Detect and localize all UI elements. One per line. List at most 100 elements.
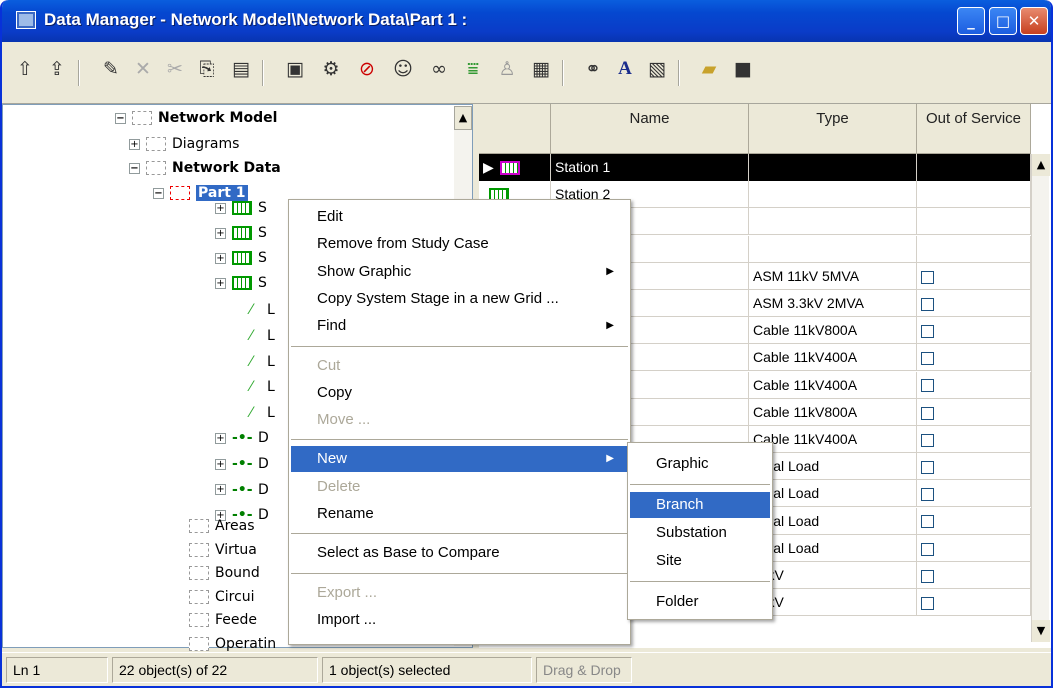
open-folder-icon[interactable]: ▰ <box>696 56 722 82</box>
tree-node[interactable]: − Network Model <box>115 107 277 129</box>
tree-node[interactable]: + Diagrams <box>129 133 239 155</box>
row-marker-cell[interactable]: ▶ <box>479 154 551 181</box>
type-cell[interactable]: 11kV <box>749 562 917 589</box>
out-of-service-cell[interactable] <box>917 262 1031 290</box>
type-cell[interactable]: Cable 11kV400A <box>749 426 917 453</box>
out-of-service-checkbox[interactable] <box>921 515 934 529</box>
grid-scrollbar[interactable]: ▲ ▼ <box>1031 154 1050 642</box>
type-cell[interactable]: ASM 11kV 5MVA <box>749 262 917 290</box>
maximize-button[interactable]: □ <box>989 7 1017 35</box>
out-of-service-cell[interactable] <box>917 480 1031 508</box>
binoculars-icon[interactable]: ⚭ <box>580 56 606 82</box>
type-cell[interactable]: neral Load <box>749 534 917 562</box>
glasses-icon[interactable]: ∞ <box>426 56 452 82</box>
tree-child-node[interactable]: ⁄ L <box>241 299 275 321</box>
expander-icon[interactable]: − <box>153 187 164 199</box>
out-of-service-checkbox[interactable] <box>921 379 934 393</box>
cut-icon[interactable]: ✂ <box>162 56 188 82</box>
submenu-item-graphic[interactable]: Graphic <box>630 451 770 477</box>
out-of-service-cell[interactable] <box>917 154 1031 181</box>
minimize-button[interactable]: _ <box>957 7 985 35</box>
tree-child-node[interactable]: Circui <box>189 586 255 608</box>
menu-item-import[interactable]: Import ... <box>291 607 628 633</box>
out-of-service-checkbox[interactable] <box>921 569 934 583</box>
type-cell[interactable] <box>749 154 917 181</box>
scroll-up-arrow[interactable]: ▲ <box>454 106 472 130</box>
user-icon[interactable]: ☺ <box>390 56 416 82</box>
edit-icon[interactable]: ▣ <box>282 56 308 82</box>
expander-icon[interactable]: − <box>115 112 126 124</box>
submenu-item-site[interactable]: Site <box>630 548 770 574</box>
type-cell[interactable]: ASM 3.3kV 2MVA <box>749 290 917 317</box>
expander-icon[interactable]: − <box>129 162 140 174</box>
expander-icon[interactable]: + <box>215 202 226 214</box>
tree-child-node[interactable]: + S <box>215 272 267 294</box>
type-cell[interactable] <box>749 181 917 209</box>
type-cell[interactable]: Cable 11kV400A <box>749 371 917 399</box>
grid-header-marker[interactable] <box>479 104 551 154</box>
scroll-up-arrow[interactable]: ▲ <box>1032 154 1050 176</box>
menu-item-show-graphic[interactable]: Show Graphic ▶ <box>291 259 628 285</box>
type-cell[interactable]: neral Load <box>749 453 917 481</box>
submenu-item-substation[interactable]: Substation <box>630 520 770 546</box>
submenu-item-folder[interactable]: Folder <box>630 589 770 615</box>
out-of-service-cell[interactable] <box>917 426 1031 453</box>
type-cell[interactable] <box>749 235 917 263</box>
folder-up-icon[interactable]: ⇧ <box>12 56 38 82</box>
out-of-service-checkbox[interactable] <box>921 596 934 610</box>
tree-child-node[interactable]: Areas <box>189 515 255 537</box>
new-object-icon[interactable]: ✎ <box>98 56 124 82</box>
chart-icon[interactable]: ▦ <box>528 56 554 82</box>
tree-child-node[interactable]: ⁄ L <box>241 325 275 347</box>
tree-node[interactable]: − Network Data <box>129 157 281 179</box>
type-cell[interactable]: Cable 11kV800A <box>749 317 917 345</box>
out-of-service-cell[interactable] <box>917 317 1031 345</box>
menu-item-new[interactable]: New ▶ <box>291 446 628 473</box>
expander-icon[interactable]: + <box>215 458 226 470</box>
menu-item-find[interactable]: Find ▶ <box>291 313 628 339</box>
expander-icon[interactable]: + <box>129 138 140 150</box>
save-icon[interactable]: ■ <box>730 56 756 82</box>
expander-icon[interactable]: + <box>215 432 226 444</box>
name-cell[interactable]: Station 1 <box>551 154 749 181</box>
grid-header-out-of-service[interactable]: Out of Service <box>917 104 1031 154</box>
out-of-service-checkbox[interactable] <box>921 488 934 502</box>
filter-icon[interactable]: ⩸ <box>460 56 486 82</box>
menu-item-copy-system-stage-in-a-new-grid[interactable]: Copy System Stage in a new Grid ... <box>291 286 628 312</box>
table-row[interactable]: ▶ Station 1 <box>479 154 1031 181</box>
submenu-item-branch[interactable]: Branch <box>630 492 770 518</box>
tree-child-node[interactable]: + S <box>215 247 267 269</box>
out-of-service-cell[interactable] <box>917 534 1031 562</box>
type-cell[interactable]: Cable 11kV400A <box>749 344 917 372</box>
new-submenu[interactable]: Graphic Branch Substation Site Folder <box>627 442 773 620</box>
tree-child-node[interactable]: ⁄ L <box>241 351 275 373</box>
out-of-service-cell[interactable] <box>917 208 1031 236</box>
tree-child-node[interactable]: + -•- D <box>215 453 269 475</box>
out-of-service-cell[interactable] <box>917 371 1031 399</box>
expander-icon[interactable]: + <box>215 484 226 496</box>
expander-icon[interactable]: + <box>215 227 226 239</box>
delete-icon[interactable]: ✕ <box>130 56 156 82</box>
tree-child-node[interactable]: + S <box>215 222 267 244</box>
stations-icon[interactable]: ♙ <box>494 56 520 82</box>
tree-child-node[interactable]: + -•- D <box>215 479 269 501</box>
out-of-service-cell[interactable] <box>917 235 1031 263</box>
out-of-service-icon[interactable]: ⊘ <box>354 56 380 82</box>
menu-item-edit[interactable]: Edit <box>291 204 628 230</box>
out-of-service-checkbox[interactable] <box>921 460 934 474</box>
notes-icon[interactable]: ▧ <box>644 56 670 82</box>
out-of-service-checkbox[interactable] <box>921 352 934 366</box>
grid-header-type[interactable]: Type <box>749 104 917 154</box>
scroll-down-arrow[interactable]: ▼ <box>1032 620 1050 642</box>
copy-icon[interactable]: ⎘ <box>194 56 220 82</box>
context-menu[interactable]: Edit Remove from Study Case Show Graphic ▶ C… <box>288 199 631 645</box>
folder-up2-icon[interactable]: ⇪ <box>44 56 70 82</box>
expander-icon[interactable]: + <box>215 252 226 264</box>
tree-child-node[interactable]: Feede <box>189 609 257 631</box>
out-of-service-cell[interactable] <box>917 589 1031 617</box>
type-cell[interactable]: Cable 11kV800A <box>749 398 917 426</box>
font-icon[interactable]: A <box>612 56 638 82</box>
out-of-service-cell[interactable] <box>917 398 1031 426</box>
out-of-service-checkbox[interactable] <box>921 270 934 284</box>
type-cell[interactable]: neral Load <box>749 480 917 508</box>
